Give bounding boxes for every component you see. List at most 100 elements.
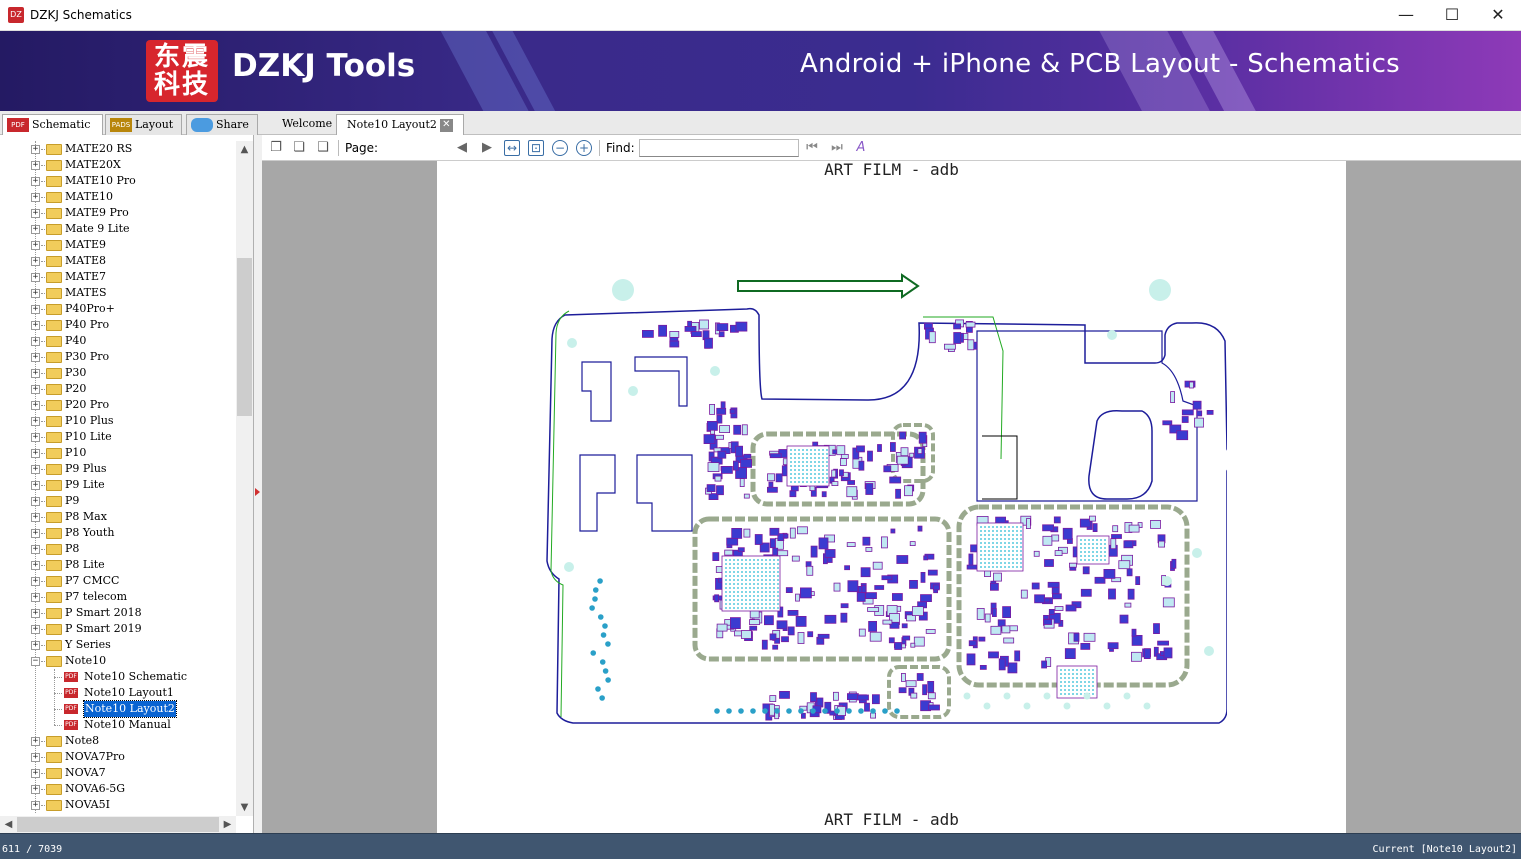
find-prev-icon[interactable]: ⏮ xyxy=(804,140,820,156)
expand-icon[interactable]: + xyxy=(31,737,40,746)
tree-folder-item[interactable]: + P30 xyxy=(0,365,236,381)
tree-folder-item[interactable]: + MATE8 xyxy=(0,253,236,269)
tree-folder-item[interactable]: + P9 Plus xyxy=(0,461,236,477)
tree-folder-item[interactable]: + Note8 xyxy=(0,733,236,749)
expand-icon[interactable]: + xyxy=(31,353,40,362)
fit-page-icon[interactable]: ⊡ xyxy=(528,140,544,156)
expand-icon[interactable]: + xyxy=(31,225,40,234)
tree-folder-item[interactable]: + MATE9 xyxy=(0,237,236,253)
tree-folder-item[interactable]: + P30 Pro xyxy=(0,349,236,365)
tab-layout[interactable]: PADS Layout xyxy=(105,114,182,135)
tab-schematic[interactable]: PDF Schematic xyxy=(2,114,103,136)
expand-icon[interactable]: + xyxy=(31,273,40,282)
scroll-right-icon[interactable]: ▶ xyxy=(219,816,236,833)
expand-icon[interactable]: + xyxy=(31,513,40,522)
expand-icon[interactable]: + xyxy=(31,449,40,458)
font-icon[interactable]: A xyxy=(853,140,869,156)
tree-folder-item[interactable]: + P40Pro+ xyxy=(0,301,236,317)
tree-folder-item[interactable]: + MATE20 RS xyxy=(0,141,236,157)
expand-icon[interactable]: + xyxy=(31,577,40,586)
expand-icon[interactable]: + xyxy=(31,145,40,154)
expand-icon[interactable]: + xyxy=(31,257,40,266)
tree-file-item[interactable]: PDF Note10 Schematic xyxy=(0,669,236,685)
find-input[interactable] xyxy=(639,139,799,157)
expand-icon[interactable]: + xyxy=(31,209,40,218)
tree-file-item[interactable]: PDF Note10 Layout1 xyxy=(0,685,236,701)
next-page-icon[interactable]: ▶ xyxy=(479,140,495,156)
tree-folder-item[interactable]: + P9 xyxy=(0,493,236,509)
prev-page-icon[interactable]: ◀ xyxy=(454,140,470,156)
maximize-button[interactable]: ☐ xyxy=(1429,0,1475,31)
tree-folder-item[interactable]: + P10 Plus xyxy=(0,413,236,429)
tree-folder-item[interactable]: + P Smart 2019 xyxy=(0,621,236,637)
expand-icon[interactable]: + xyxy=(31,753,40,762)
copy-all-icon[interactable]: ❑ xyxy=(315,140,331,156)
collapse-icon[interactable]: − xyxy=(31,657,40,666)
tree-folder-item[interactable]: + MATE20X xyxy=(0,157,236,173)
expand-icon[interactable]: + xyxy=(31,497,40,506)
expand-icon[interactable]: + xyxy=(31,337,40,346)
close-button[interactable]: ✕ xyxy=(1475,0,1521,31)
expand-icon[interactable]: + xyxy=(31,193,40,202)
expand-icon[interactable]: + xyxy=(31,625,40,634)
tree-folder-item[interactable]: + P8 Max xyxy=(0,509,236,525)
scroll-thumb[interactable] xyxy=(237,258,252,416)
find-next-icon[interactable]: ⏭ xyxy=(829,140,845,156)
tree-file-item[interactable]: PDF Note10 Layout2 xyxy=(0,700,236,718)
fit-width-icon[interactable]: ↔ xyxy=(504,140,520,156)
expand-icon[interactable]: + xyxy=(31,369,40,378)
expand-icon[interactable]: + xyxy=(31,417,40,426)
tree-folder-item[interactable]: + Mate 9 Lite xyxy=(0,221,236,237)
document-viewer[interactable]: ART FILM - adb ART FILM - adb xyxy=(262,161,1521,833)
tree-folder-item[interactable]: + P10 xyxy=(0,445,236,461)
tree-folder-item[interactable]: + P20 xyxy=(0,381,236,397)
tree-folder-item[interactable]: + Y Series xyxy=(0,637,236,653)
tree-folder-item[interactable]: + P7 telecom xyxy=(0,589,236,605)
expand-icon[interactable]: + xyxy=(31,161,40,170)
expand-icon[interactable]: + xyxy=(31,609,40,618)
expand-icon[interactable]: + xyxy=(31,801,40,810)
close-tab-icon[interactable]: ✕ xyxy=(439,118,453,132)
tree-folder-item[interactable]: + P20 Pro xyxy=(0,397,236,413)
tree-folder-item[interactable]: + NOVA7 xyxy=(0,765,236,781)
expand-icon[interactable]: + xyxy=(31,401,40,410)
tree-horizontal-scrollbar[interactable]: ◀ ▶ xyxy=(0,816,236,833)
tree-folder-item[interactable]: + P8 Youth xyxy=(0,525,236,541)
scroll-left-icon[interactable]: ◀ xyxy=(0,816,17,833)
expand-icon[interactable]: + xyxy=(31,465,40,474)
expand-icon[interactable]: + xyxy=(31,641,40,650)
scroll-up-icon[interactable]: ▲ xyxy=(236,141,253,158)
collapse-arrow-icon[interactable] xyxy=(255,488,260,496)
expand-icon[interactable]: + xyxy=(31,481,40,490)
expand-icon[interactable]: + xyxy=(31,385,40,394)
tree-folder-item[interactable]: + MATE10 xyxy=(0,189,236,205)
tree-folder-item[interactable]: + P8 Lite xyxy=(0,557,236,573)
tree-folder-item[interactable]: + NOVA7Pro xyxy=(0,749,236,765)
doc-tab-note10-layout2[interactable]: Note10 Layout2 ✕ xyxy=(336,114,464,136)
tree-folder-item[interactable]: + P7 CMCC xyxy=(0,573,236,589)
tree-folder-item[interactable]: + P10 Lite xyxy=(0,429,236,445)
doc-tab-welcome[interactable]: Welcome xyxy=(272,114,342,135)
tree-folder-item[interactable]: + NOVA6-5G xyxy=(0,781,236,797)
expand-icon[interactable]: + xyxy=(31,305,40,314)
scroll-down-icon[interactable]: ▼ xyxy=(236,799,253,816)
expand-icon[interactable]: + xyxy=(31,529,40,538)
tree-folder-item[interactable]: + P9 Lite xyxy=(0,477,236,493)
expand-icon[interactable]: + xyxy=(31,241,40,250)
tree-folder-item[interactable]: + MATES xyxy=(0,285,236,301)
expand-icon[interactable]: + xyxy=(31,289,40,298)
tree-folder-item[interactable]: + NOVA5I xyxy=(0,797,236,813)
expand-icon[interactable]: + xyxy=(31,785,40,794)
expand-icon[interactable]: + xyxy=(31,593,40,602)
expand-icon[interactable]: + xyxy=(31,321,40,330)
copy-page-icon[interactable]: ❏ xyxy=(291,140,307,156)
minimize-button[interactable]: — xyxy=(1383,0,1429,31)
tree-folder-item[interactable]: + MATE10 Pro xyxy=(0,173,236,189)
scroll-thumb[interactable] xyxy=(17,817,219,832)
tree-folder-item[interactable]: + P Smart 2018 xyxy=(0,605,236,621)
expand-icon[interactable]: + xyxy=(31,177,40,186)
panel-splitter[interactable] xyxy=(254,135,262,833)
tree-folder-item[interactable]: − Note10 xyxy=(0,653,236,669)
tree-folder-item[interactable]: + P40 xyxy=(0,333,236,349)
expand-icon[interactable]: + xyxy=(31,769,40,778)
